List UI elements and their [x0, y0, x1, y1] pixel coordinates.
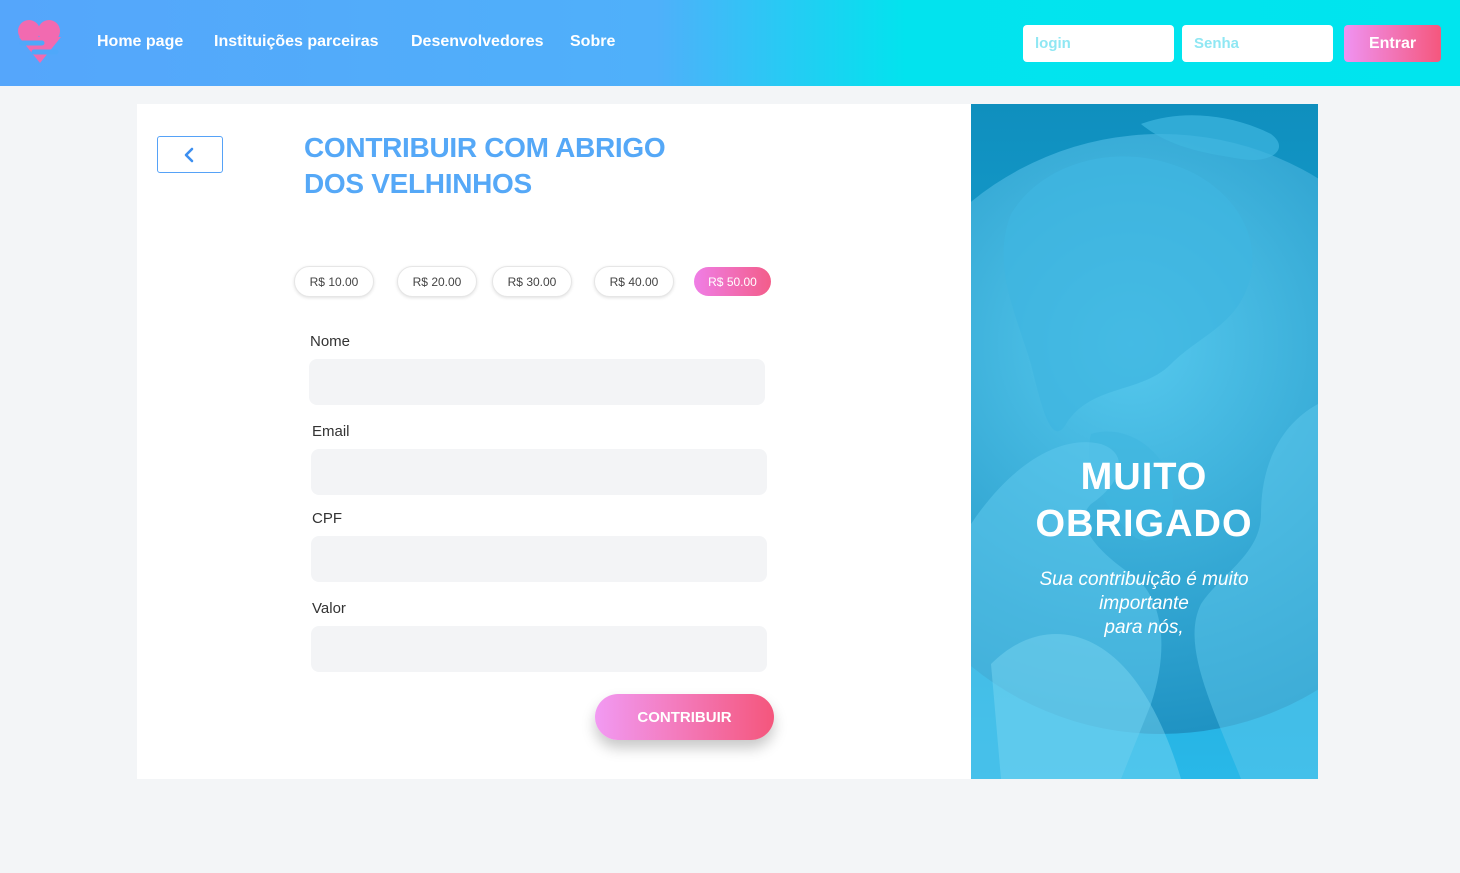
nav-link-partner-institutions[interactable]: Instituições parceiras — [214, 33, 379, 51]
value-label: Valor — [312, 600, 346, 617]
top-navbar: Home page Instituições parceiras Desenvo… — [0, 0, 1460, 86]
amount-option-50-selected[interactable]: R$ 50.00 — [694, 267, 771, 296]
password-input[interactable] — [1182, 25, 1333, 62]
cpf-label: CPF — [312, 510, 342, 527]
globe-hands-image — [971, 104, 1318, 779]
contribute-button[interactable]: CONTRIBUIR — [595, 694, 774, 740]
amount-option-20[interactable]: R$ 20.00 — [397, 266, 477, 297]
thank-you-panel: MUITO OBRIGADO Sua contribuição é muito … — [971, 104, 1318, 779]
nav-link-developers[interactable]: Desenvolvedores — [411, 33, 544, 51]
heart-logo-icon[interactable] — [16, 16, 64, 66]
cpf-field[interactable] — [311, 536, 767, 582]
chevron-left-icon — [184, 147, 194, 163]
name-field[interactable] — [309, 359, 765, 405]
enter-button[interactable]: Entrar — [1344, 25, 1441, 62]
email-field[interactable] — [311, 449, 767, 495]
login-input[interactable] — [1023, 25, 1174, 62]
amount-option-10[interactable]: R$ 10.00 — [294, 266, 374, 297]
value-field[interactable] — [311, 626, 767, 672]
page-title: CONTRIBUIR COM ABRIGO DOS VELHINHOS — [304, 132, 666, 199]
contribution-card — [137, 104, 971, 779]
amount-option-30[interactable]: R$ 30.00 — [492, 266, 572, 297]
thank-you-subtitle: Sua contribuição é muito importante para… — [1039, 569, 1249, 638]
amount-option-40[interactable]: R$ 40.00 — [594, 266, 674, 297]
email-label: Email — [312, 423, 350, 440]
nav-link-about[interactable]: Sobre — [570, 33, 615, 51]
thank-you-title: MUITO OBRIGADO — [1035, 456, 1253, 545]
back-button[interactable] — [157, 136, 223, 173]
name-label: Nome — [310, 333, 351, 350]
nav-link-home[interactable]: Home page — [97, 33, 183, 51]
